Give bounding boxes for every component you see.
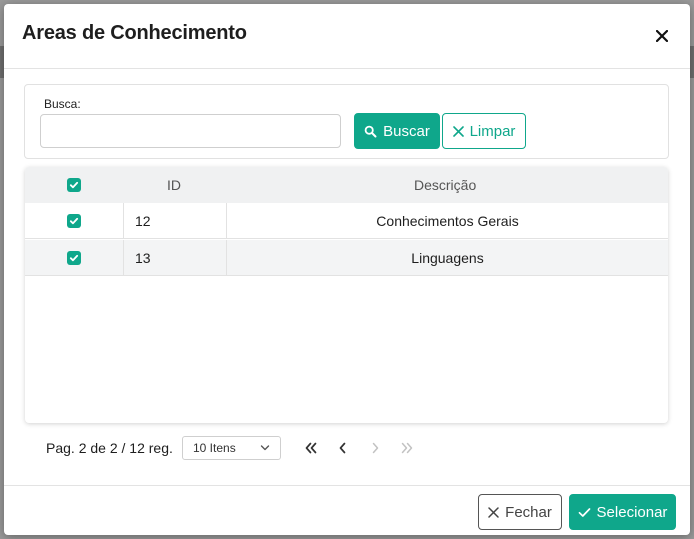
chevron-down-icon (260, 445, 270, 451)
table-row[interactable]: 12 Conhecimentos Gerais (25, 203, 668, 239)
cell-divider (123, 203, 124, 239)
search-label: Busca: (44, 97, 81, 111)
cell-divider (123, 240, 124, 276)
pager-summary: Pag. 2 de 2 / 12 reg. (46, 440, 173, 456)
check-icon (69, 217, 79, 225)
row-descricao: Conhecimentos Gerais (376, 213, 519, 229)
table-header: ID Descrição (25, 167, 668, 203)
prev-page-icon (339, 442, 346, 454)
next-page-icon (372, 442, 379, 454)
row-id: 13 (135, 250, 151, 266)
row-checkbox[interactable] (67, 251, 81, 265)
search-icon (364, 125, 377, 137)
check-icon (69, 181, 79, 189)
modal-header: Areas de Conhecimento (4, 4, 690, 69)
selecionar-label: Selecionar (596, 503, 668, 521)
close-button[interactable] (652, 26, 672, 46)
buscar-button[interactable]: Buscar (354, 113, 440, 149)
table-row[interactable]: 13 Linguagens (25, 240, 668, 276)
next-page-button[interactable] (367, 440, 383, 456)
check-icon (578, 507, 590, 517)
buscar-label: Buscar (383, 122, 430, 140)
modal-title: Areas de Conhecimento (22, 22, 247, 44)
areas-table: ID Descrição 12 Conhecimentos Gerais 13 (25, 167, 668, 423)
row-checkbox[interactable] (67, 214, 81, 228)
fechar-button[interactable]: Fechar (478, 494, 562, 530)
close-icon (656, 30, 668, 42)
selecionar-button[interactable]: Selecionar (569, 494, 676, 530)
page-size-select[interactable]: 10 Itens (182, 436, 281, 460)
column-header-descricao[interactable]: Descrição (414, 177, 476, 193)
first-page-button[interactable] (303, 440, 319, 456)
page-size-value: 10 Itens (193, 441, 236, 455)
check-icon (69, 254, 79, 262)
first-page-icon (305, 442, 317, 454)
clear-icon (452, 125, 464, 137)
areas-modal: Areas de Conhecimento Busca: Buscar Limp… (4, 4, 690, 535)
close-icon (488, 506, 499, 518)
prev-page-button[interactable] (335, 440, 351, 456)
modal-footer: Fechar Selecionar (4, 485, 690, 535)
search-input[interactable] (40, 114, 341, 148)
last-page-icon (401, 442, 413, 454)
limpar-label: Limpar (469, 122, 516, 140)
limpar-button[interactable]: Limpar (442, 113, 526, 149)
fechar-label: Fechar (505, 503, 552, 521)
column-header-id[interactable]: ID (167, 177, 181, 193)
row-id: 12 (135, 213, 151, 229)
row-descricao: Linguagens (411, 250, 484, 266)
search-panel: Busca: Buscar Limpar (24, 84, 669, 159)
select-all-checkbox[interactable] (67, 178, 81, 192)
last-page-button[interactable] (399, 440, 415, 456)
